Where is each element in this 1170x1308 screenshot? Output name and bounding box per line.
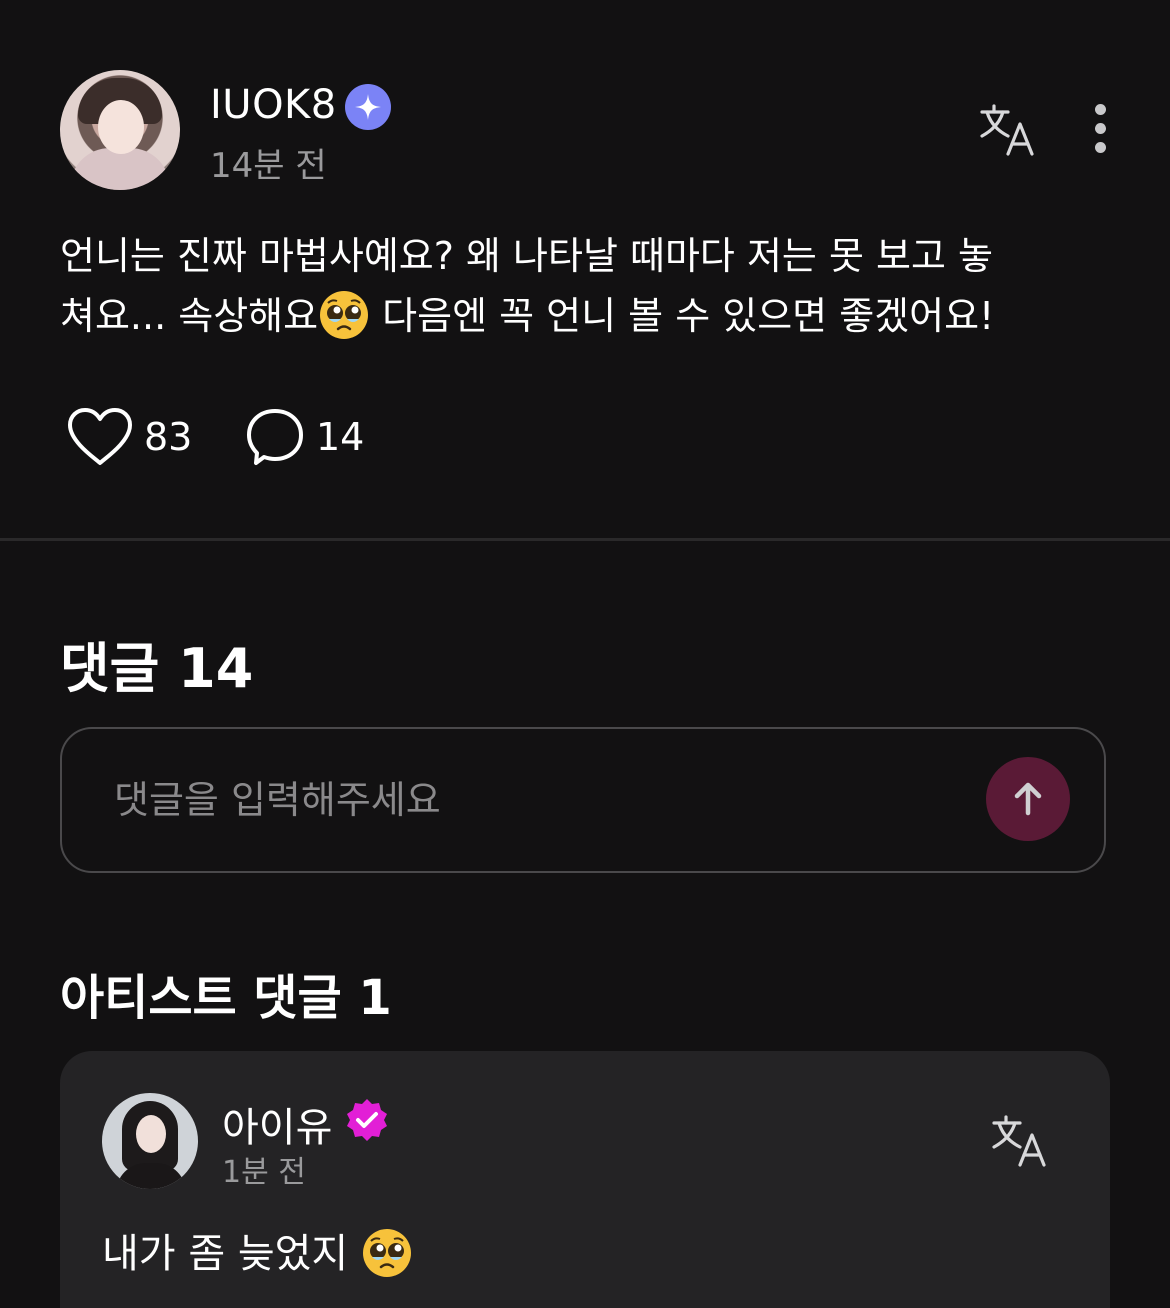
comment-button[interactable]: 14	[244, 404, 364, 470]
translate-icon[interactable]	[990, 1111, 1050, 1171]
post-detail-screen: IUOK8 14분 전 언니는 진짜 마법사예요? 왜 나타날 때마다 저는 못…	[0, 0, 1170, 1308]
post-body-line-2b: 다음엔 꼭 언니 볼 수 있으면 좋겠어요!	[370, 294, 995, 338]
artist-comment-card[interactable]: 아이유 1분 전 내가 좀 늦었지	[60, 1051, 1110, 1308]
pleading-face-emoji	[361, 1227, 413, 1279]
artist-comment-time: 1분 전	[222, 1155, 306, 1190]
send-button[interactable]	[986, 757, 1070, 841]
author-avatar[interactable]	[60, 70, 180, 190]
translate-icon[interactable]	[978, 100, 1038, 160]
divider	[0, 538, 1170, 541]
verified-check-icon	[344, 1097, 390, 1143]
artist-comment-text: 내가 좀 늦었지	[102, 1221, 413, 1279]
artist-avatar[interactable]	[102, 1093, 198, 1189]
reactions-bar: 83 14	[66, 404, 566, 474]
artist-comment-body: 내가 좀 늦었지	[102, 1231, 361, 1277]
sparkle-badge-icon	[345, 84, 391, 130]
post-body-line-1: 언니는 진짜 마법사예요? 왜 나타날 때마다 저는 못 보고 놓	[60, 234, 993, 278]
arrow-up-icon	[1014, 782, 1042, 816]
post-time: 14분 전	[210, 146, 327, 186]
like-button[interactable]: 83	[66, 404, 192, 470]
comment-bubble-icon	[247, 409, 303, 465]
author-name[interactable]: IUOK8	[210, 82, 337, 128]
comment-composer	[60, 727, 1106, 873]
post-body-line-2: 쳐요... 속상해요 다음엔 꼭 언니 볼 수 있으면 좋겠어요!	[60, 286, 1110, 346]
artist-name[interactable]: 아이유	[222, 1095, 332, 1153]
pleading-face-emoji	[318, 289, 370, 341]
comment-count: 14	[316, 415, 365, 459]
more-vertical-icon[interactable]	[1090, 104, 1110, 160]
like-count: 83	[144, 415, 193, 459]
comment-input[interactable]	[112, 769, 936, 831]
comments-title: 댓글 14	[60, 637, 254, 700]
heart-icon	[68, 408, 132, 465]
post-header: IUOK8 14분 전	[60, 70, 1110, 190]
artist-comments-title: 아티스트 댓글 1	[60, 970, 392, 1026]
post-body-line-2a: 쳐요... 속상해요	[60, 294, 319, 338]
post-body: 언니는 진짜 마법사예요? 왜 나타날 때마다 저는 못 보고 놓 쳐요... …	[60, 226, 1110, 346]
